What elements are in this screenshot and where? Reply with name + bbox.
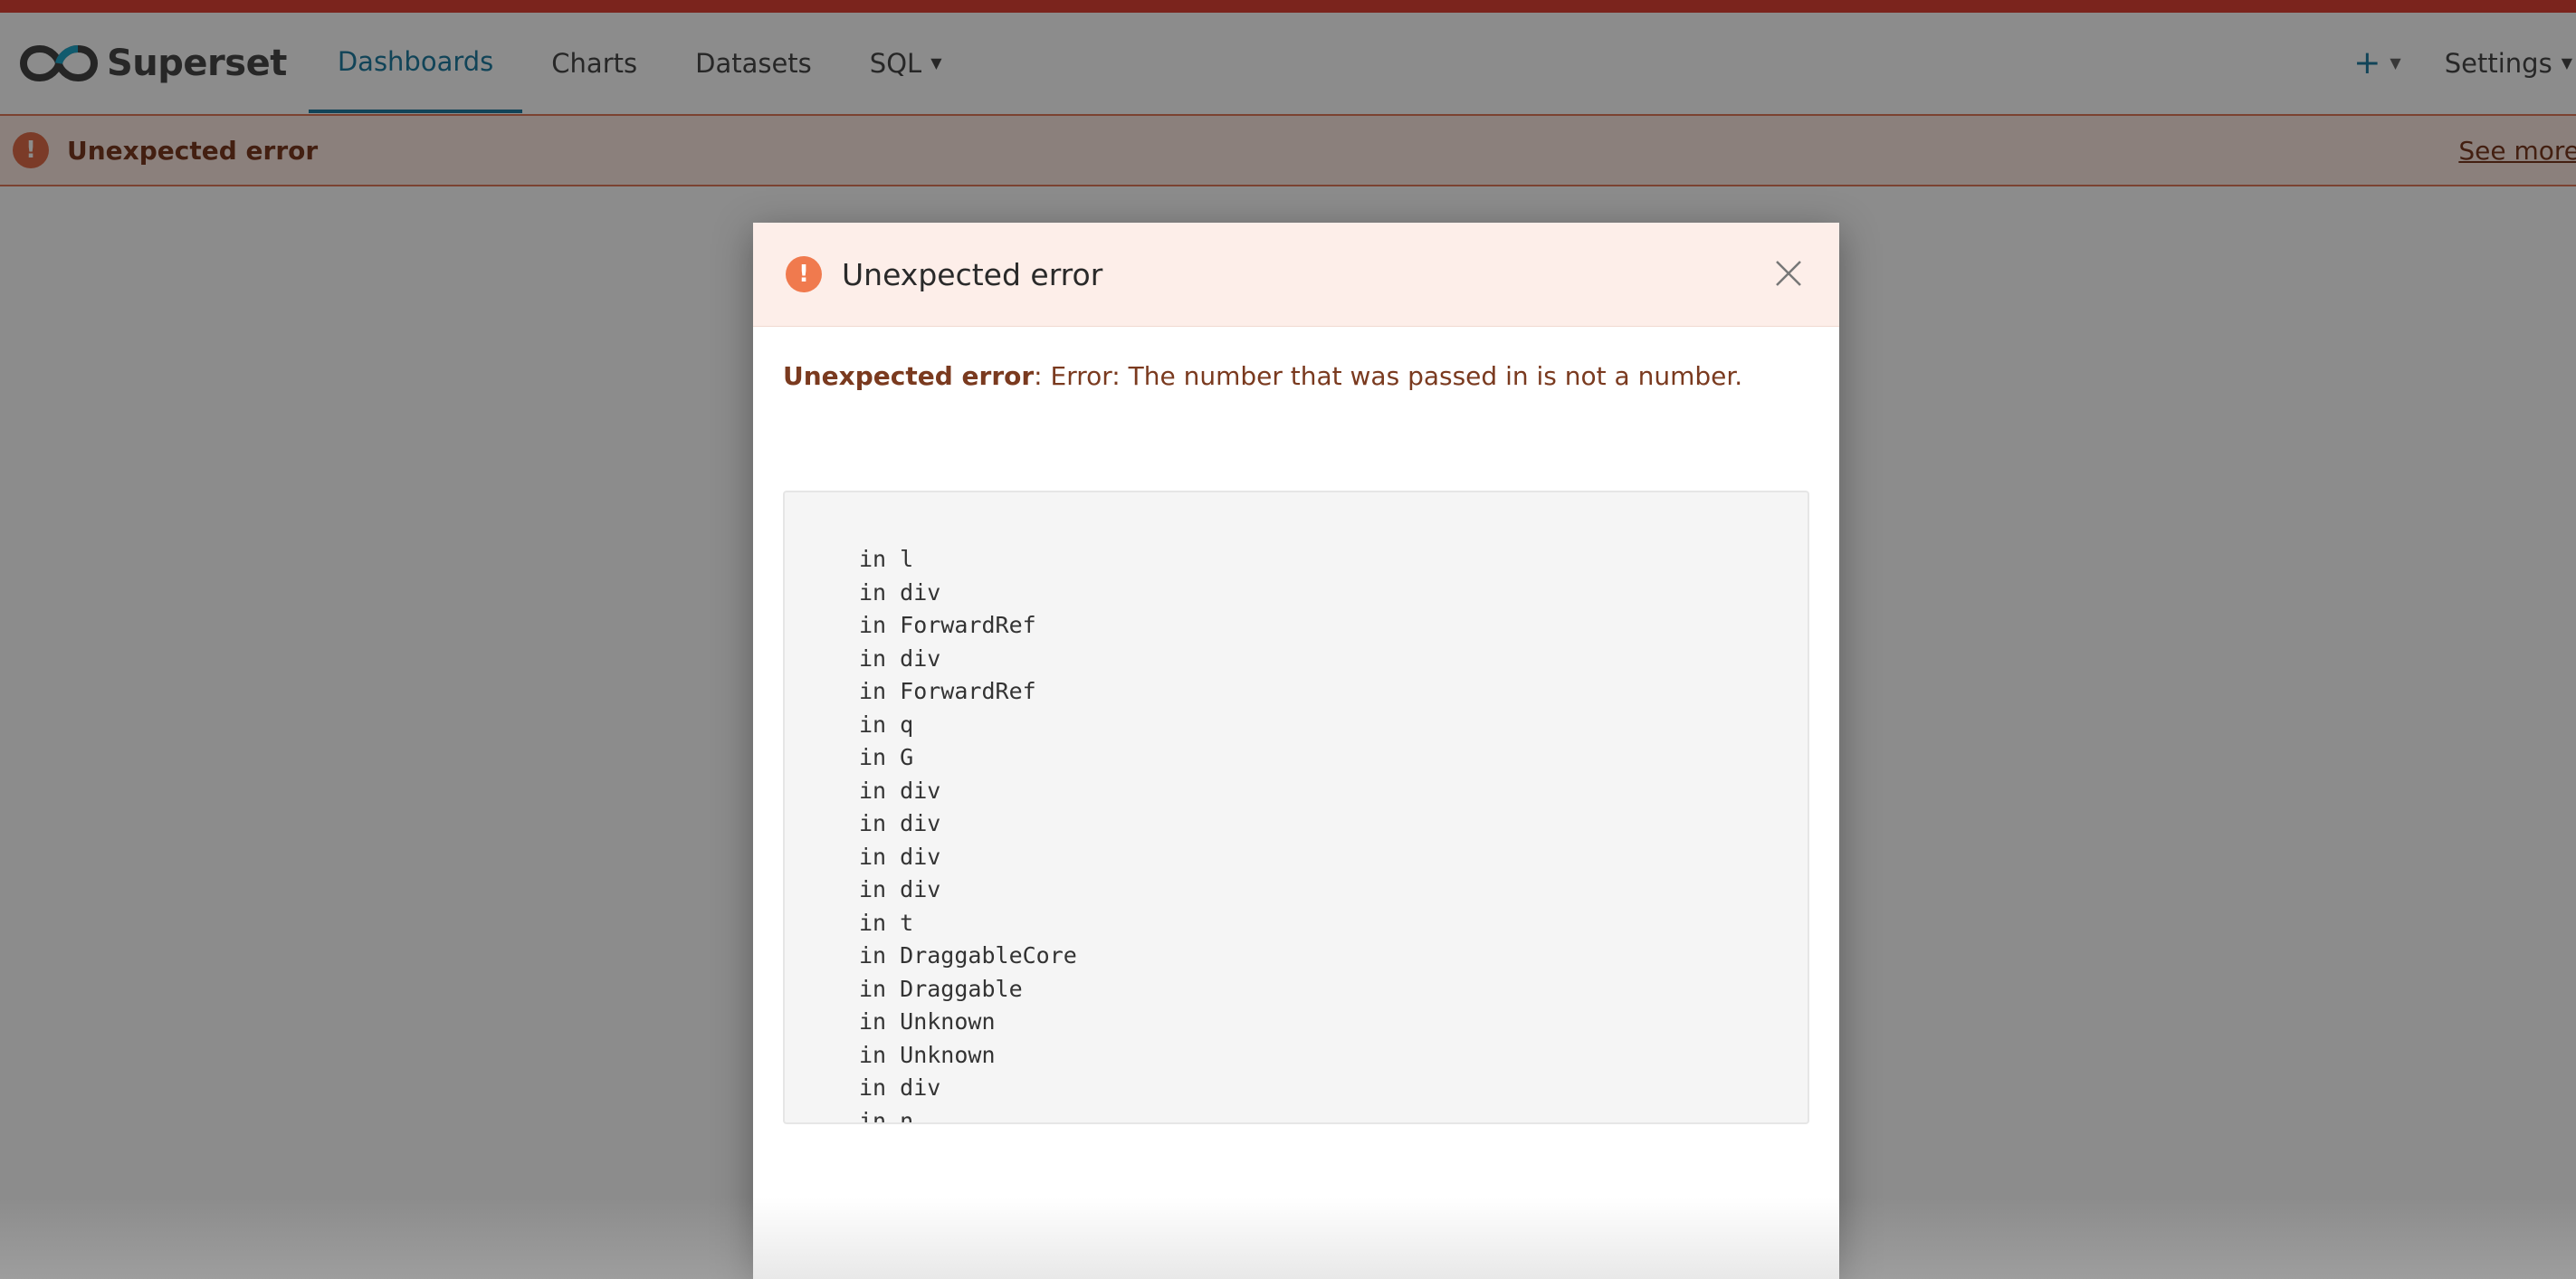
modal-header: ! Unexpected error [753, 223, 1839, 327]
error-text: : Error: The number that was passed in i… [1034, 361, 1743, 391]
close-icon [1776, 261, 1801, 286]
trace-line: in div [859, 810, 941, 836]
trace-line: in l [859, 546, 914, 572]
trace-line: in ForwardRef [859, 678, 1036, 704]
modal-title: Unexpected error [842, 256, 1103, 292]
trace-line: in div [859, 1074, 941, 1101]
trace-line: in DraggableCore [859, 942, 1077, 969]
trace-line: in ForwardRef [859, 612, 1036, 638]
error-icon: ! [786, 256, 822, 292]
trace-line: in Unknown [859, 1008, 996, 1035]
trace-line: in Unknown [859, 1041, 996, 1068]
error-modal: ! Unexpected error Unexpected error: Err… [753, 223, 1839, 1279]
trace-line: in div [859, 843, 941, 870]
trace-line: in div [859, 578, 941, 606]
trace-line: in t [859, 909, 914, 936]
error-message: Unexpected error: Error: The number that… [783, 361, 1809, 391]
trace-line: in div [859, 777, 941, 804]
trace-line: in Draggable [859, 975, 1023, 1002]
trace-line: in n [859, 1107, 914, 1124]
close-button[interactable] [1770, 255, 1807, 291]
modal-body: Unexpected error: Error: The number that… [753, 361, 1839, 1124]
error-prefix: Unexpected error [783, 361, 1035, 391]
trace-line: in div [859, 876, 941, 902]
stack-trace[interactable]: in l in div in ForwardRef in div in ForwardR… [783, 491, 1809, 1124]
trace-line: in div [859, 644, 941, 672]
trace-line: in G [859, 744, 914, 770]
trace-line: in q [859, 711, 914, 738]
